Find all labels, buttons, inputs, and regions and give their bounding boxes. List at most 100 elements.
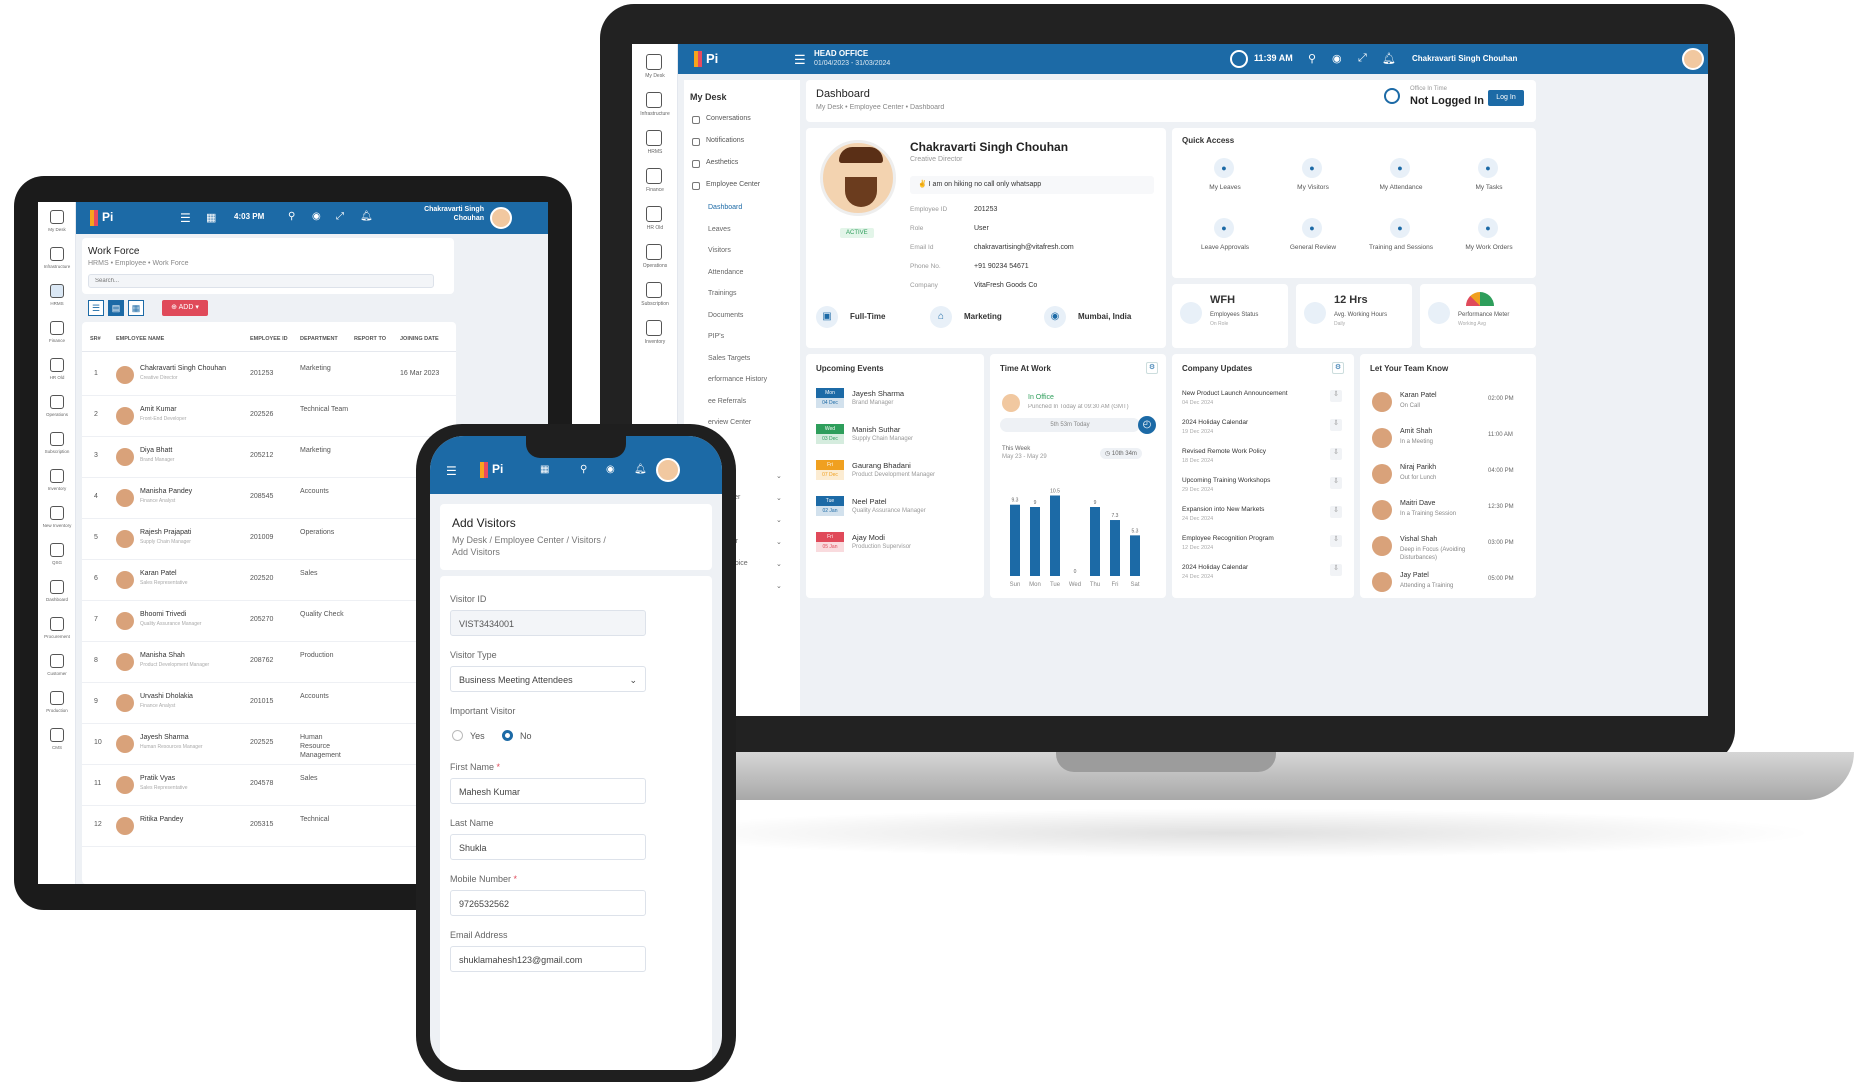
pin-icon[interactable]: ⚲ <box>288 211 295 222</box>
training-icon[interactable]: ● <box>1390 218 1410 238</box>
quick-access-item[interactable]: My Leaves <box>1182 184 1268 191</box>
column-header[interactable]: EMPLOYEE ID <box>250 336 288 342</box>
bell-icon[interactable]: 🔔︎ <box>634 464 647 475</box>
update-title[interactable]: Revised Remote Work Policy <box>1182 448 1322 455</box>
add-button[interactable]: ⊕ ADD ▾ <box>162 300 208 316</box>
submenu-item[interactable]: ee Referrals <box>708 398 746 405</box>
mobile-field[interactable]: 9726532562 <box>450 890 646 916</box>
radio-yes[interactable] <box>452 730 463 741</box>
expand-icon[interactable]: ⤢ <box>1358 52 1367 65</box>
work-order-icon[interactable]: ● <box>1478 218 1498 238</box>
submenu-item[interactable]: erview Center <box>708 419 751 426</box>
grid-view-button[interactable]: ▦ <box>128 300 144 316</box>
operations-icon[interactable] <box>646 244 662 260</box>
rail-icon[interactable] <box>50 654 64 668</box>
table-row[interactable]: 4 Manisha Pandey Finance Analyst 208545 Acco… <box>82 479 456 519</box>
chevron-down-icon[interactable]: ⌄ <box>776 494 782 502</box>
quick-access-item[interactable]: Leave Approvals <box>1182 244 1268 251</box>
bell-icon[interactable]: 🔔︎ <box>360 211 373 222</box>
eye-icon[interactable]: ◉ <box>1332 52 1342 65</box>
bell-icon[interactable]: 🔔︎ <box>1382 52 1396 65</box>
email-field[interactable]: shuklamahesh123@gmail.com <box>450 946 646 972</box>
submenu-item[interactable]: erformance History <box>708 376 767 383</box>
status-note[interactable]: ✌ I am on hiking no call only whatsapp <box>910 176 1154 194</box>
employee-name[interactable]: Chakravarti Singh Chouhan <box>140 365 226 372</box>
pin-icon[interactable]: ⚲ <box>1308 52 1316 65</box>
table-row[interactable]: 6 Karan Patel Sales Representative 202520 Sa… <box>82 561 456 601</box>
tasks-icon[interactable]: ● <box>1478 158 1498 178</box>
download-icon[interactable]: ⇩ <box>1330 419 1342 431</box>
list-view-button[interactable]: ☰ <box>88 300 104 316</box>
submenu-item[interactable]: Sales Targets <box>708 355 750 362</box>
login-button[interactable]: Log In <box>1488 90 1524 106</box>
building-icon[interactable]: ▦ <box>206 211 216 224</box>
breadcrumb-item[interactable]: Employee <box>115 260 146 267</box>
leaves-icon[interactable]: ● <box>1214 158 1234 178</box>
rail-icon[interactable] <box>50 395 64 409</box>
quick-access-item[interactable]: My Visitors <box>1270 184 1356 191</box>
avatar[interactable] <box>490 207 512 229</box>
group-icon[interactable] <box>646 206 662 222</box>
breadcrumb-item[interactable]: HRMS <box>88 260 109 267</box>
download-icon[interactable]: ⇩ <box>1330 448 1342 460</box>
download-icon[interactable]: ⇩ <box>1330 506 1342 518</box>
rail-icon[interactable] <box>50 506 64 520</box>
table-row[interactable]: 12 Ritika Pandey 205315 Technical <box>82 807 456 847</box>
update-title[interactable]: Upcoming Training Workshops <box>1182 477 1322 484</box>
employee-name[interactable]: Manisha Pandey <box>140 488 192 495</box>
employee-name[interactable]: Amit Kumar <box>140 406 177 413</box>
inventory-icon[interactable] <box>646 320 662 336</box>
table-row[interactable]: 8 Manisha Shah Product Development Manager… <box>82 643 456 683</box>
menu-item[interactable]: Aesthetics <box>706 159 738 166</box>
column-header[interactable]: DEPARTMENT <box>300 336 338 342</box>
branch-name[interactable]: HEAD OFFICE <box>814 49 868 58</box>
radio-no[interactable] <box>502 730 513 741</box>
column-header[interactable]: SR# <box>90 336 101 342</box>
employee-name[interactable]: Urvashi Dholakia <box>140 693 193 700</box>
update-title[interactable]: 2024 Holiday Calendar <box>1182 419 1322 426</box>
breadcrumb-item[interactable]: My Desk <box>816 104 843 111</box>
updates-settings-icon[interactable]: ⚙ <box>1332 362 1344 374</box>
column-header[interactable]: EMPLOYEE NAME <box>116 336 164 342</box>
column-header[interactable]: REPORT TO <box>354 336 386 342</box>
building-icon[interactable] <box>646 92 662 108</box>
avatar[interactable] <box>656 458 680 482</box>
employee-name[interactable]: Jayesh Sharma <box>140 734 189 741</box>
chevron-down-icon[interactable]: ⌄ <box>776 472 782 480</box>
quick-access-item[interactable]: Training and Sessions <box>1358 244 1444 251</box>
punch-button[interactable]: ◴ <box>1138 416 1156 434</box>
submenu-item[interactable]: Documents <box>708 312 743 319</box>
rail-icon[interactable] <box>50 728 64 742</box>
subscription-icon[interactable] <box>646 282 662 298</box>
employee-name[interactable]: Rajesh Prajapati <box>140 529 191 536</box>
submenu-item[interactable]: Trainings <box>708 290 737 297</box>
pin-icon[interactable]: ⚲ <box>580 464 587 475</box>
settings-icon[interactable]: ⚙ <box>1146 362 1158 374</box>
building-icon[interactable]: ▦ <box>540 464 549 475</box>
update-title[interactable]: Expansion into New Markets <box>1182 506 1322 513</box>
rail-icon[interactable] <box>50 284 64 298</box>
finance-icon[interactable] <box>646 168 662 184</box>
rail-icon[interactable] <box>50 358 64 372</box>
download-icon[interactable]: ⇩ <box>1330 564 1342 576</box>
rail-icon[interactable] <box>50 210 64 224</box>
visitors-icon[interactable]: ● <box>1302 158 1322 178</box>
visitor-type-select[interactable]: Business Meeting Attendees ⌄ <box>450 666 646 692</box>
rail-icon[interactable] <box>50 691 64 705</box>
rail-icon[interactable] <box>50 617 64 631</box>
submenu-item[interactable]: Leaves <box>708 226 731 233</box>
search-input[interactable] <box>88 274 434 288</box>
quick-access-item[interactable]: My Work Orders <box>1446 244 1532 251</box>
rail-icon[interactable] <box>50 580 64 594</box>
menu-item[interactable]: Conversations <box>706 115 751 122</box>
submenu-item[interactable]: Dashboard <box>708 204 742 211</box>
rail-icon[interactable] <box>50 469 64 483</box>
hamburger-menu-icon[interactable]: ☰ <box>794 52 806 68</box>
chevron-down-icon[interactable]: ⌄ <box>776 538 782 546</box>
employee-name[interactable]: Diya Bhatt <box>140 447 172 454</box>
menu-item[interactable]: Employee Center <box>706 181 760 188</box>
menu-item[interactable]: Notifications <box>706 137 744 144</box>
people-icon[interactable] <box>646 130 662 146</box>
attendance-icon[interactable]: ● <box>1390 158 1410 178</box>
table-row[interactable]: 11 Pratik Vyas Sales Representative 204578 S… <box>82 766 456 806</box>
